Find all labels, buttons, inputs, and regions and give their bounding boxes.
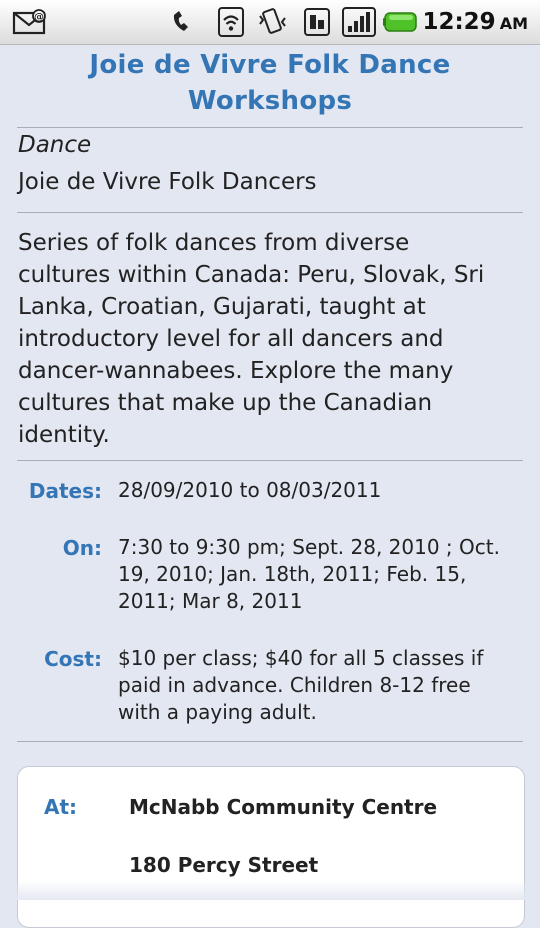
divider xyxy=(17,460,523,461)
battery-icon xyxy=(382,0,422,44)
venue-name: McNabb Community Centre xyxy=(129,795,438,819)
on-label: On: xyxy=(62,536,102,560)
scroll-fade xyxy=(0,880,540,900)
divider xyxy=(17,741,523,742)
vibrate-icon xyxy=(256,0,290,44)
cost-value: $10 per class; $40 for all 5 classes if … xyxy=(118,646,484,724)
venue-street: 180 Percy Street xyxy=(129,853,319,877)
clock-time: 12:29 xyxy=(422,9,496,35)
clock-ampm: AM xyxy=(499,14,528,33)
data-icon xyxy=(300,0,334,44)
dates-label: Dates: xyxy=(28,479,102,503)
voicemail-icon xyxy=(168,0,196,44)
event-detail: Joie de Vivre Folk Dance Workshops Dance… xyxy=(0,44,540,928)
divider xyxy=(17,127,523,128)
event-organizer: Joie de Vivre Folk Dancers xyxy=(18,169,317,195)
dates-value: 28/09/2010 to 08/03/2011 xyxy=(118,478,382,502)
on-value: 7:30 to 9:30 pm; Sept. 28, 2010 ; Oct. 1… xyxy=(118,535,500,613)
location-card[interactable]: At: McNabb Community Centre 180 Percy St… xyxy=(17,766,525,928)
svg-text:@: @ xyxy=(34,12,44,23)
cost-label: Cost: xyxy=(44,647,102,671)
wifi-icon xyxy=(214,0,248,44)
status-clock: 12:29 AM xyxy=(422,0,528,44)
at-label: At: xyxy=(44,795,78,819)
status-bar: @ 12:29 AM xyxy=(0,0,540,45)
event-title: Joie de Vivre Folk Dance Workshops xyxy=(89,50,451,116)
signal-icon xyxy=(340,0,378,44)
event-category: Dance xyxy=(18,132,92,158)
divider xyxy=(17,212,523,213)
email-notification-icon: @ xyxy=(10,0,50,44)
event-description: Series of folk dances from diverse cultu… xyxy=(18,230,485,448)
